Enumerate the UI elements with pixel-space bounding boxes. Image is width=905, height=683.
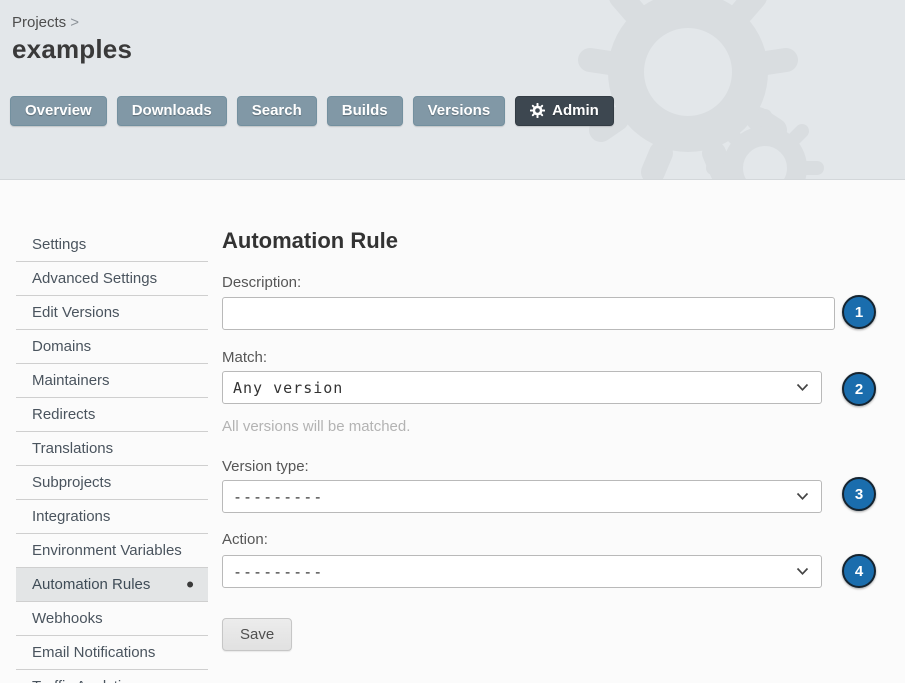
nav-downloads-button[interactable]: Downloads — [117, 96, 227, 126]
version-type-select-value: --------- — [233, 488, 323, 506]
sidebar-item-integrations[interactable]: Integrations — [16, 500, 208, 534]
description-label: Description: — [222, 274, 301, 291]
step-badge-2: 2 — [842, 372, 876, 406]
breadcrumb: Projects> — [12, 14, 79, 31]
sidebar-item-settings[interactable]: Settings — [16, 228, 208, 262]
description-input[interactable] — [222, 297, 835, 330]
nav-builds-button[interactable]: Builds — [327, 96, 403, 126]
action-select[interactable]: --------- — [222, 555, 822, 588]
sidebar-item-translations[interactable]: Translations — [16, 432, 208, 466]
step-badge-1: 1 — [842, 295, 876, 329]
match-select[interactable]: Any version — [222, 371, 822, 404]
project-header: Projects> examples Overview Downloads Se… — [0, 0, 905, 180]
match-help-text: All versions will be matched. — [222, 418, 410, 435]
nav-versions-button[interactable]: Versions — [413, 96, 506, 126]
admin-button-label: Admin — [552, 102, 599, 119]
save-button[interactable]: Save — [222, 618, 292, 651]
step-badge-4: 4 — [842, 554, 876, 588]
nav-overview-button[interactable]: Overview — [10, 96, 107, 126]
admin-sidebar: Settings Advanced Settings Edit Versions… — [16, 228, 208, 683]
gears-decoration — [545, 0, 905, 180]
project-nav: Overview Downloads Search Builds Version… — [10, 96, 614, 126]
version-type-label: Version type: — [222, 458, 309, 475]
sidebar-item-environment-variables[interactable]: Environment Variables — [16, 534, 208, 568]
step-badge-3: 3 — [842, 477, 876, 511]
sidebar-item-maintainers[interactable]: Maintainers — [16, 364, 208, 398]
match-label: Match: — [222, 349, 267, 366]
version-type-select[interactable]: --------- — [222, 480, 822, 513]
chevron-down-icon — [796, 567, 809, 576]
action-label: Action: — [222, 531, 268, 548]
sidebar-item-subprojects[interactable]: Subprojects — [16, 466, 208, 500]
form-title: Automation Rule — [222, 228, 398, 254]
action-select-value: --------- — [233, 563, 323, 581]
gear-icon — [530, 103, 545, 118]
project-title: examples — [12, 34, 132, 65]
breadcrumb-projects-link[interactable]: Projects — [12, 14, 66, 31]
sidebar-item-automation-rules[interactable]: Automation Rules • — [16, 568, 208, 602]
chevron-down-icon — [796, 383, 809, 392]
sidebar-item-redirects[interactable]: Redirects — [16, 398, 208, 432]
sidebar-item-edit-versions[interactable]: Edit Versions — [16, 296, 208, 330]
nav-search-button[interactable]: Search — [237, 96, 317, 126]
breadcrumb-separator: > — [70, 14, 79, 31]
sidebar-item-domains[interactable]: Domains — [16, 330, 208, 364]
sidebar-item-advanced-settings[interactable]: Advanced Settings — [16, 262, 208, 296]
sidebar-item-email-notifications[interactable]: Email Notifications — [16, 636, 208, 670]
sidebar-item-label: Automation Rules — [32, 576, 150, 593]
nav-admin-button[interactable]: Admin — [515, 96, 614, 126]
sidebar-item-traffic-analytics[interactable]: Traffic Analytics — [16, 670, 208, 683]
sidebar-item-webhooks[interactable]: Webhooks — [16, 602, 208, 636]
match-select-value: Any version — [233, 379, 343, 397]
chevron-down-icon — [796, 492, 809, 501]
